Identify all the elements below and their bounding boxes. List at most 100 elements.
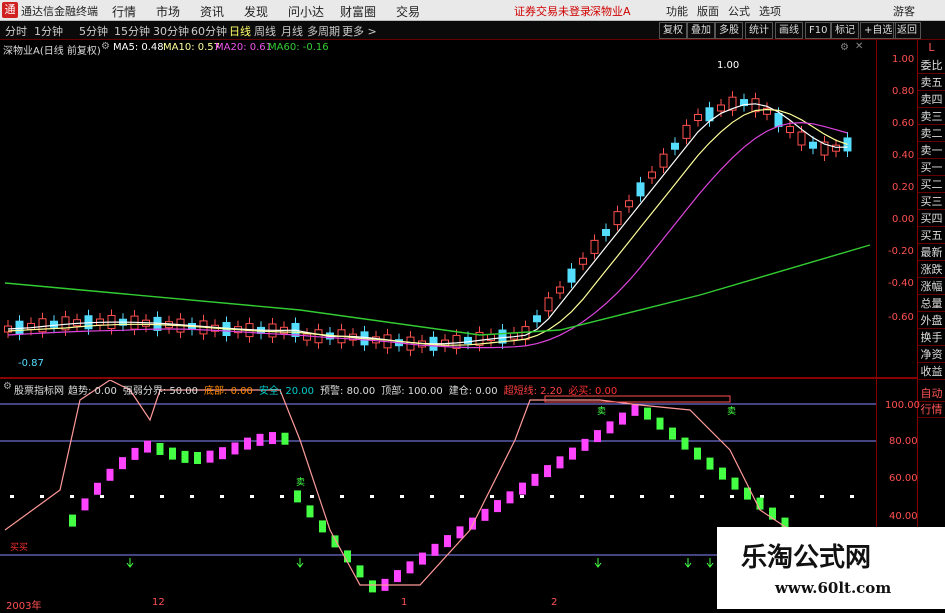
candle-body [602,229,610,236]
kline-chart-panel[interactable]: 深物业A(日线 前复权) ⚙ MA5: 0.48 MA10: 0.57 MA20… [0,40,914,376]
menu-gongshi[interactable]: 公式 [728,3,750,19]
sell-mark: 卖 [296,478,306,488]
side-item-5[interactable]: 卖一 [918,143,945,159]
menu-banmian[interactable]: 版面 [697,3,719,19]
indicator-bar [669,427,676,440]
indicator-settings-icon[interactable]: ⚙ [3,381,12,392]
indicator-param-2: 底部: 0.00 [204,386,253,397]
side-item-6[interactable]: 买一 [918,160,945,176]
broker-login-status[interactable]: 证券交易未登录 [514,3,591,19]
candle-body [303,333,311,341]
menu-faxian[interactable]: 发现 [244,3,268,20]
period-1min[interactable]: 1分钟 [34,23,63,39]
y-axis-label: -0.60 [888,312,914,323]
menu-wenxiaoda[interactable]: 问小达 [288,3,324,20]
menu-gongneng[interactable]: 功能 [666,3,688,19]
menu-hangqing[interactable]: 行情 [112,3,136,20]
side-item-16[interactable]: 换手 [918,330,945,346]
side-item-1[interactable]: 卖五 [918,75,945,91]
indicator-bar [756,497,764,510]
side-item-18[interactable]: 收益 [918,364,945,380]
period-multi[interactable]: 多周期 [307,23,340,39]
period-weekly[interactable]: 周线 [254,23,276,39]
indicator-bar [294,490,301,503]
period-daily[interactable]: 日线 [229,23,251,39]
y-axis-label: 0.20 [892,182,915,193]
fuquan-button[interactable]: 复权 [659,22,687,39]
chart-settings-icon[interactable]: ⚙ [840,42,849,53]
title-bar: 通 通达信金融终端 行情 市场 资讯 发现 问小达 财富圈 交易 证券交易未登录… [0,0,945,21]
side-item-8[interactable]: 买三 [918,194,945,210]
midline-dot [790,495,794,498]
indicator-bar [369,580,376,593]
ma60-value: MA60: -0.16 [268,42,329,53]
menu-jiaoyi[interactable]: 交易 [396,3,420,20]
indicator-bar [144,440,151,453]
indicator-bar [81,498,89,511]
down-arrow-icon [684,558,692,568]
period-60min[interactable]: 60分钟 [191,23,227,39]
side-panel-label[interactable]: L [918,40,945,55]
panel-divider [0,377,918,379]
chart-close-icon[interactable]: ✕ [855,41,863,52]
indicator-bar [444,535,451,548]
guest-label[interactable]: 游客 [893,3,915,19]
candle-body [809,141,817,149]
ind-y-label: 40.00 [889,511,918,522]
side-item-14[interactable]: 总量 [918,296,945,312]
side-item-12[interactable]: 涨跌 [918,262,945,278]
draw-line-button[interactable]: 画线 [775,22,803,39]
side-item-13[interactable]: 涨幅 [918,279,945,295]
indicator-bar [719,467,726,480]
f10-button[interactable]: F10 [805,22,832,39]
auto-button[interactable]: 自动 [918,386,945,402]
menu-caifuquan[interactable]: 财富圈 [340,3,376,20]
mark-button[interactable]: 标记 [831,22,859,39]
multi-stock-button[interactable]: 多股 [715,22,743,39]
side-item-17[interactable]: 净资 [918,347,945,363]
candle-body [786,126,794,134]
period-more[interactable]: 更多 > [342,23,377,39]
down-arrow-icon [594,558,602,568]
quote-button[interactable]: 行情 [918,402,945,418]
midline-dot [430,495,434,498]
back-button[interactable]: 返回 [893,22,921,39]
down-arrow-icon [126,558,134,568]
side-item-10[interactable]: 买五 [918,228,945,244]
side-item-2[interactable]: 卖四 [918,92,945,108]
period-5min[interactable]: 5分钟 [79,23,108,39]
period-monthly[interactable]: 月线 [281,23,303,39]
indicator-bar [106,468,114,481]
midline-dot [40,495,44,498]
period-15min[interactable]: 15分钟 [114,23,150,39]
side-item-9[interactable]: 买四 [918,211,945,227]
side-item-15[interactable]: 外盘 [918,313,945,329]
overlay-button[interactable]: 叠加 [687,22,715,39]
period-30min[interactable]: 30分钟 [153,23,189,39]
y-axis-label: 0.00 [892,214,915,225]
indicator-bar [131,447,139,460]
menu-zixun[interactable]: 资讯 [200,3,224,20]
candle-body [521,326,530,341]
indicator-name[interactable]: 股票指标网 [14,382,64,397]
midline-dot [610,495,614,498]
kline-chart-svg[interactable] [0,40,876,376]
candle-body [694,114,702,121]
menu-xuanxiang[interactable]: 选项 [759,3,781,19]
side-item-11[interactable]: 最新 [918,245,945,261]
menu-shichang[interactable]: 市场 [156,3,180,20]
ma5-value: MA5: 0.48 [113,42,164,53]
candle-body [648,171,656,179]
side-item-4[interactable]: 卖二 [918,126,945,142]
settings-gear-icon[interactable]: ⚙ [101,41,110,52]
side-item-7[interactable]: 买二 [918,177,945,193]
side-item-3[interactable]: 卖三 [918,109,945,125]
add-watchlist-button[interactable]: +自选 [860,22,897,39]
candle-body [613,211,622,226]
statistics-button[interactable]: 统计 [745,22,773,39]
ma20-value: MA20: 0.61 [215,42,273,53]
period-fenshi[interactable]: 分时 [5,23,27,39]
ind-y-label: 80.00 [889,436,918,447]
y-axis-label: -0.20 [888,246,914,257]
side-item-0[interactable]: 委比 [918,58,945,74]
